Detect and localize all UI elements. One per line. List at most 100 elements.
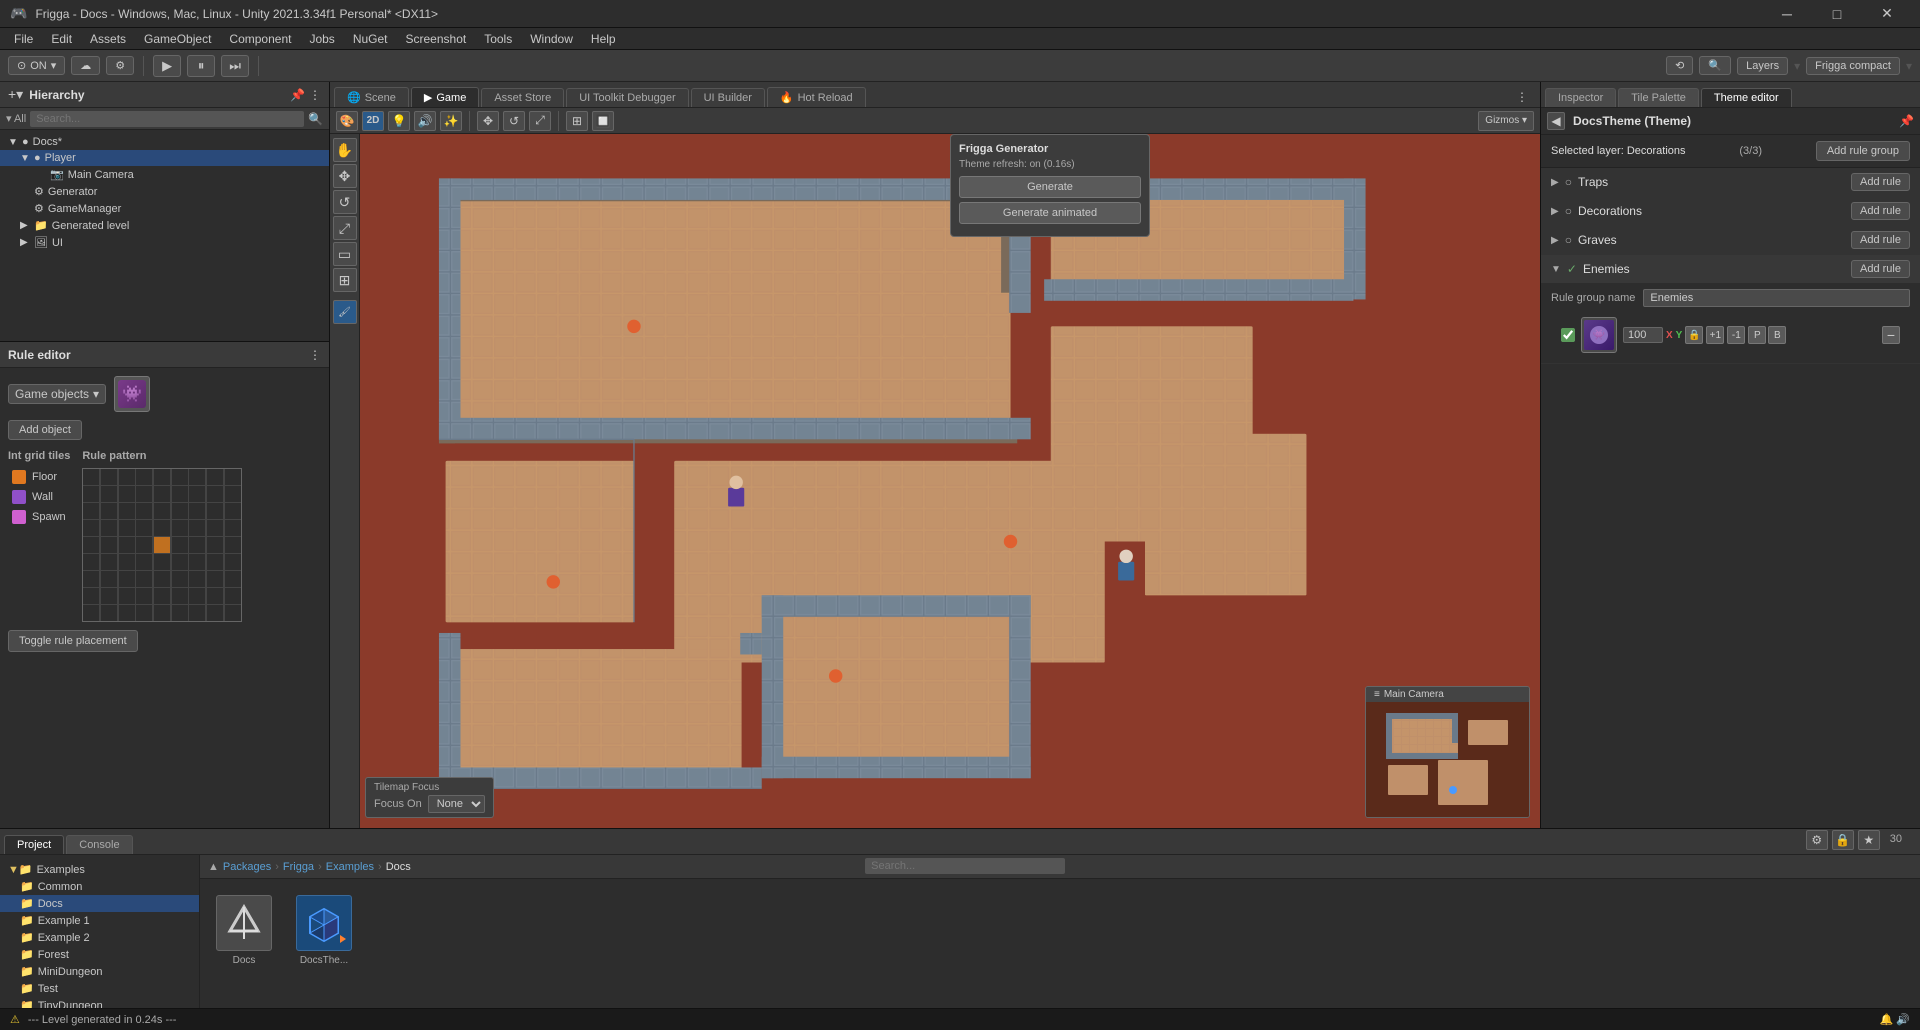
rule-cell-6-6[interactable] — [189, 571, 205, 587]
rule-cell-3-2[interactable] — [119, 520, 135, 536]
maximize-button[interactable]: □ — [1814, 0, 1860, 28]
hierarchy-item-docs[interactable]: ▼ ● Docs* — [0, 134, 329, 150]
hand-tool-button[interactable]: ✋ — [333, 138, 357, 162]
menu-edit[interactable]: Edit — [43, 30, 80, 48]
rule-cell-2-7[interactable] — [207, 503, 223, 519]
rule-cell-4-3[interactable] — [136, 537, 152, 553]
view-2d-button[interactable]: 2D — [362, 111, 384, 131]
rule-cell-4-8[interactable] — [225, 537, 241, 553]
rule-cell-0-5[interactable] — [172, 469, 188, 485]
rule-cell-0-7[interactable] — [207, 469, 223, 485]
rule-cell-8-4[interactable] — [154, 605, 170, 621]
remove-rule-button[interactable]: − — [1882, 326, 1900, 344]
view-light-button[interactable]: 💡 — [388, 111, 410, 131]
toggle-rule-placement-button[interactable]: Toggle rule placement — [8, 630, 138, 652]
hierarchy-item-generated-level[interactable]: ▶ 📁 Generated level — [0, 217, 329, 234]
rule-cell-0-6[interactable] — [189, 469, 205, 485]
rule-cell-4-1[interactable] — [101, 537, 117, 553]
add-rule-group-button[interactable]: Add rule group — [1816, 141, 1910, 161]
hierarchy-pin-icon[interactable]: 📌 — [290, 88, 305, 102]
rule-cell-6-8[interactable] — [225, 571, 241, 587]
move-tool-button[interactable]: ✥ — [333, 164, 357, 188]
rule-cell-7-2[interactable] — [119, 588, 135, 604]
theme-editor-tab[interactable]: Theme editor — [1701, 88, 1792, 107]
tile-floor[interactable]: Floor — [8, 468, 70, 486]
rect-tool-button[interactable]: ▭ — [333, 242, 357, 266]
rule-cell-7-8[interactable] — [225, 588, 241, 604]
rule-cell-7-5[interactable] — [172, 588, 188, 604]
rule-cell-3-1[interactable] — [101, 520, 117, 536]
menu-assets[interactable]: Assets — [82, 30, 134, 48]
rule-cell-1-0[interactable] — [83, 486, 99, 502]
rule-cell-3-5[interactable] — [172, 520, 188, 536]
hierarchy-item-ui[interactable]: ▶ 🖼 UI — [0, 234, 329, 251]
play-button[interactable]: ▶ — [153, 55, 181, 77]
menu-file[interactable]: File — [6, 30, 41, 48]
file-item-test[interactable]: 📁 Test — [0, 980, 199, 997]
tile-palette-tab[interactable]: Tile Palette — [1618, 88, 1699, 107]
bc-up-icon[interactable]: ▲ — [208, 861, 219, 873]
rule-cell-5-7[interactable] — [207, 554, 223, 570]
rule-cell-8-2[interactable] — [119, 605, 135, 621]
rule-cell-6-1[interactable] — [101, 571, 117, 587]
hierarchy-item-generator[interactable]: ⚙ Generator — [0, 183, 329, 200]
file-item-common[interactable]: 📁 Common — [0, 878, 199, 895]
view-move-button[interactable]: ✥ — [477, 111, 499, 131]
rule-cell-1-7[interactable] — [207, 486, 223, 502]
menu-window[interactable]: Window — [522, 30, 581, 48]
file-item-example1[interactable]: 📁 Example 1 — [0, 912, 199, 929]
rule-cell-4-6[interactable] — [189, 537, 205, 553]
rule-cell-5-6[interactable] — [189, 554, 205, 570]
file-asset-docstheme[interactable]: DocsThe... — [292, 891, 356, 970]
rule-editor-menu-icon[interactable]: ⋮ — [309, 348, 321, 362]
console-tab[interactable]: Console — [66, 835, 132, 854]
view-fx-button[interactable]: ✨ — [440, 111, 462, 131]
rule-cell-4-0[interactable] — [83, 537, 99, 553]
hierarchy-item-player[interactable]: ▼ ● Player — [0, 150, 329, 166]
rule-cell-6-4[interactable] — [154, 571, 170, 587]
transform-tool-button[interactable]: ⊞ — [333, 268, 357, 292]
menu-jobs[interactable]: Jobs — [301, 30, 342, 48]
rule-cell-0-0[interactable] — [83, 469, 99, 485]
hierarchy-search-input[interactable] — [30, 111, 304, 127]
rule-cell-2-4[interactable] — [154, 503, 170, 519]
rule-cell-1-2[interactable] — [119, 486, 135, 502]
rule-cell-8-8[interactable] — [225, 605, 241, 621]
project-settings-button[interactable]: ⚙ — [1806, 830, 1828, 850]
scale-tool-button[interactable]: ⤢ — [333, 216, 357, 240]
rule-cell-5-8[interactable] — [225, 554, 241, 570]
rule-cell-0-4[interactable] — [154, 469, 170, 485]
enemies-group-header[interactable]: ▼ ✓ Enemies Add rule — [1541, 255, 1920, 283]
rule-cell-6-2[interactable] — [119, 571, 135, 587]
rule-cell-7-7[interactable] — [207, 588, 223, 604]
traps-group-header[interactable]: ▶ ○ Traps Add rule — [1541, 168, 1920, 196]
decorations-add-rule-button[interactable]: Add rule — [1851, 202, 1910, 220]
plus-one-button[interactable]: +1 — [1706, 326, 1724, 344]
view-grid-button[interactable]: ⊞ — [566, 111, 588, 131]
rule-cell-0-3[interactable] — [136, 469, 152, 485]
rule-cell-3-0[interactable] — [83, 520, 99, 536]
rule-cell-5-3[interactable] — [136, 554, 152, 570]
b-button[interactable]: B — [1768, 326, 1786, 344]
layers-button[interactable]: Layers — [1737, 57, 1788, 75]
pause-button[interactable]: ⏸ — [187, 55, 215, 77]
rule-cell-2-0[interactable] — [83, 503, 99, 519]
rule-cell-7-4[interactable] — [154, 588, 170, 604]
generate-animated-button[interactable]: Generate animated — [959, 202, 1141, 224]
view-audio-button[interactable]: 🔊 — [414, 111, 436, 131]
enemies-add-rule-button[interactable]: Add rule — [1851, 260, 1910, 278]
frigga-compact-button[interactable]: Frigga compact — [1806, 57, 1900, 75]
project-star-button[interactable]: ★ — [1858, 830, 1880, 850]
cloud-button[interactable]: ☁ — [71, 56, 100, 75]
game-objects-selector[interactable]: Game objects ▾ — [8, 384, 106, 404]
file-asset-docs[interactable]: Docs — [212, 891, 276, 970]
inspector-pin-icon[interactable]: 📌 — [1899, 114, 1914, 128]
rule-cell-0-8[interactable] — [225, 469, 241, 485]
file-item-docs[interactable]: 📁 Docs — [0, 895, 199, 912]
rule-cell-8-1[interactable] — [101, 605, 117, 621]
rule-cell-5-1[interactable] — [101, 554, 117, 570]
tile-spawn[interactable]: Spawn — [8, 508, 70, 526]
lock-button[interactable]: 🔒 — [1685, 326, 1703, 344]
rule-cell-2-3[interactable] — [136, 503, 152, 519]
menu-nuget[interactable]: NuGet — [345, 30, 396, 48]
